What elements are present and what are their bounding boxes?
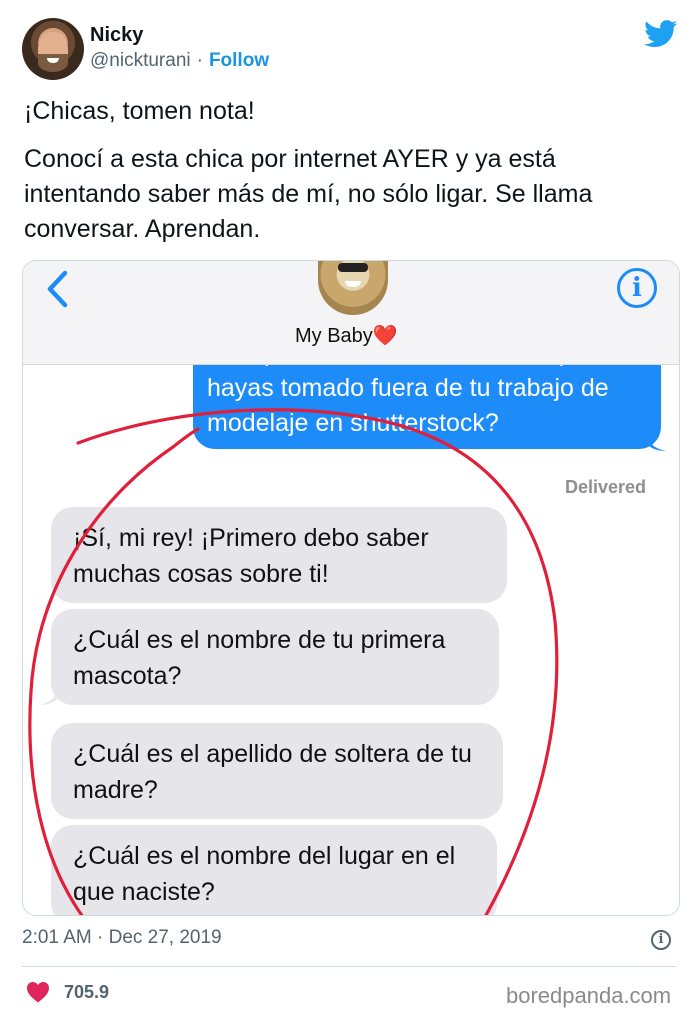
like-count: 705.9 [64,981,110,1002]
incoming-message-bubble: ¡Sí, mi rey! ¡Primero debo saber muchas … [51,507,507,603]
outgoing-bubble-tail [648,437,666,451]
author-avatar[interactable] [22,18,84,80]
watermark: boredpanda.com [506,983,672,1008]
incoming-message-bubble: ¿Cuál es el apellido de soltera de tu ma… [51,723,503,819]
tweet-line-1: ¡Chicas, tomen nota! [24,97,255,125]
author-handle-row: @nickturani · Follow [90,50,269,72]
contact-avatar [318,261,388,315]
author-handle[interactable]: @nickturani [90,50,191,71]
message-thread: ¿Me puedes enviar unas fotos que te haya… [23,365,679,915]
info-icon[interactable]: i [651,930,671,950]
incoming-message-bubble: ¿Cuál es el nombre de tu primera mascota… [51,609,499,705]
back-chevron-icon [47,270,68,308]
follow-button[interactable]: Follow [209,50,269,71]
heart-icon[interactable] [26,981,50,1003]
incoming-message-text: ¡Sí, mi rey! ¡Primero debo saber muchas … [73,524,429,588]
imessage-header: My Baby❤️ i [23,261,679,365]
tweet-timestamp[interactable]: 2:01 AM · Dec 27, 2019 [22,927,222,949]
incoming-message-bubble: ¿Cuál es el nombre del lugar en el que n… [51,825,497,915]
outgoing-message-text: ¿Me puedes enviar unas fotos que te haya… [207,365,620,437]
incoming-message-text: ¿Cuál es el nombre del lugar en el que n… [73,842,456,906]
separator-dot: · [196,50,203,71]
contact-name: My Baby❤️ [295,323,398,348]
tweet-header: Nicky @nickturani · Follow [0,0,700,90]
tweet-line-2: Conocí a esta chica por internet AYER y … [24,145,593,243]
incoming-message-text: ¿Cuál es el apellido de soltera de tu ma… [73,740,472,804]
incoming-bubble-tail [39,691,57,705]
author-name[interactable]: Nicky [90,24,143,47]
outgoing-message-bubble: ¿Me puedes enviar unas fotos que te haya… [193,365,661,449]
delivered-status: Delivered [565,477,647,497]
tweet-text: ¡Chicas, tomen nota! Conocí a esta chica… [24,94,674,260]
twitter-bird-icon[interactable] [644,20,678,48]
avatar-sunglasses [338,263,368,272]
incoming-message-text: ¿Cuál es el nombre de tu primera mascota… [73,626,446,690]
info-icon: i [617,268,657,308]
heart-emoji-icon: ❤️ [372,325,398,347]
contact-name-text: My Baby [295,325,373,347]
avatar-smile [345,281,361,287]
like-action[interactable]: 705.9 [26,980,109,1004]
avatar-beard [38,54,68,72]
divider [22,966,676,967]
attached-image[interactable]: My Baby❤️ i ¿Me puedes enviar unas fotos… [22,260,680,916]
